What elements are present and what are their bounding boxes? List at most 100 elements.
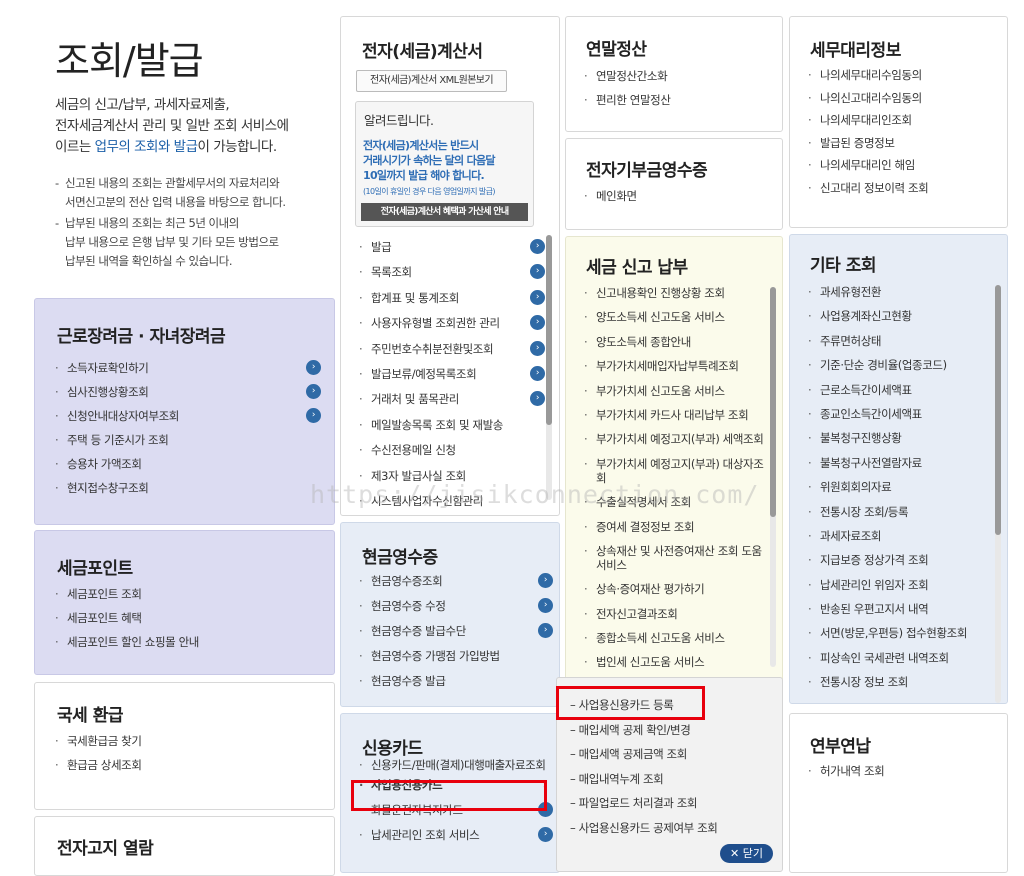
other-inquiry-card: 기타 조회 과세유형전환사업용계좌신고현황주류면허상태기준·단순 경비율(업종코… bbox=[789, 234, 1008, 704]
submenu-item[interactable]: – 매입내역누계 조회 bbox=[570, 772, 775, 786]
list-item[interactable]: 서면(방문,우편등) 접수현황조회 bbox=[806, 626, 996, 640]
list-item[interactable]: 위원회회의자료 bbox=[806, 480, 996, 494]
list-item[interactable]: 종합소득세 신고도움 서비스 bbox=[582, 631, 764, 645]
submenu-item[interactable]: – 매입세액 공제 확인/변경 bbox=[570, 723, 775, 737]
cash-receipt-card: 현금영수증 현금영수증조회› 현금영수증 수정› 현금영수증 발급수단› 현금영… bbox=[340, 522, 560, 707]
list-item[interactable]: 수출실적명세서 조회 bbox=[582, 495, 764, 509]
list-item[interactable]: 나의신고대리수임동의 bbox=[806, 91, 996, 105]
arrow-icon: › bbox=[530, 239, 545, 254]
card-title: 현금영수증 bbox=[362, 548, 438, 568]
list-item[interactable]: 현지접수창구조회 bbox=[53, 481, 321, 495]
scrollbar[interactable] bbox=[770, 287, 776, 667]
close-button[interactable]: ✕ 닫기 bbox=[720, 844, 773, 863]
list-item[interactable]: 심사진행상황조회› bbox=[53, 384, 321, 399]
list-item[interactable]: 부가가치세 예정고지(부과) 대상자조회 bbox=[582, 457, 764, 485]
list-item[interactable]: 국세환급금 찾기 bbox=[53, 734, 321, 748]
arrow-icon: › bbox=[538, 623, 553, 638]
list-item[interactable]: 나의세무대리인조회 bbox=[806, 113, 996, 127]
list-item[interactable]: 불복청구사전열람자료 bbox=[806, 456, 996, 470]
list-item[interactable]: 부가가치세 카드사 대리납부 조회 bbox=[582, 408, 764, 422]
list-item[interactable]: 신청안내대상자여부조회› bbox=[53, 408, 321, 423]
page-title: 조회/발급 bbox=[55, 39, 204, 83]
submenu-item[interactable]: – 매입세액 공제금액 조회 bbox=[570, 747, 775, 761]
intro-text: 세금의 신고/납부, 과세자료제출, 전자세금계산서 관리 및 일반 조회 서비… bbox=[55, 95, 335, 158]
submenu-item[interactable]: – 파일업로드 처리결과 조회 bbox=[570, 796, 775, 810]
list-item[interactable]: 종교인소득간이세액표 bbox=[806, 407, 996, 421]
list-item[interactable]: 상속재산 및 사전증여재산 조회 도움 서비스 bbox=[582, 544, 764, 572]
list-item[interactable]: 나의세무대리인 해임 bbox=[806, 158, 996, 172]
list-item[interactable]: 발급› bbox=[357, 239, 545, 254]
year-end-card: 연말정산 연말정산간소화 편리한 연말정산 bbox=[565, 16, 783, 132]
list-item[interactable]: 현금영수증 수정› bbox=[357, 598, 553, 613]
list-item[interactable]: 발급보류/예정목록조회› bbox=[357, 365, 545, 381]
list-item[interactable]: 환급금 상세조회 bbox=[53, 758, 321, 772]
list-item[interactable]: 세금포인트 혜택 bbox=[53, 611, 321, 625]
list-item[interactable]: 허가내역 조회 bbox=[806, 764, 996, 778]
list-item[interactable]: 사용자유형별 조회권한 관리› bbox=[357, 315, 545, 331]
scrollbar[interactable] bbox=[995, 285, 1001, 703]
list-item[interactable]: 주류면허상태 bbox=[806, 334, 996, 348]
list-item[interactable]: 전자신고결과조회 bbox=[582, 607, 764, 621]
list-item[interactable]: 제3자 발급사실 조회 bbox=[357, 469, 545, 483]
list-item[interactable]: 신고대리 정보이력 조회 bbox=[806, 181, 996, 195]
list-item[interactable]: 거래처 및 품목관리› bbox=[357, 391, 545, 407]
list-item[interactable]: 현금영수증 발급수단› bbox=[357, 623, 553, 638]
list-item[interactable]: 근로소득간이세액표 bbox=[806, 383, 996, 397]
list-item[interactable]: 메일발송목록 조회 및 재발송 bbox=[357, 418, 545, 432]
list-item[interactable]: 피상속인 국세관련 내역조회 bbox=[806, 651, 996, 665]
card-title: 세금포인트 bbox=[57, 559, 133, 579]
list-item[interactable]: 사업용계좌신고현황 bbox=[806, 309, 996, 323]
list-item[interactable]: 전통시장 정보 조회 bbox=[806, 675, 996, 689]
list-item[interactable]: 전통시장 조회/등록 bbox=[806, 505, 996, 519]
list-item[interactable]: 기준·단순 경비율(업종코드) bbox=[806, 358, 996, 372]
list-item[interactable]: 세금포인트 조회 bbox=[53, 587, 321, 601]
list-item[interactable]: 발급된 증명정보 bbox=[806, 136, 996, 150]
list-item[interactable]: 승용차 가액조회 bbox=[53, 457, 321, 471]
benefit-button[interactable]: 전자(세금)계산서 혜택과 가산세 안내 bbox=[361, 203, 528, 221]
intro-link[interactable]: 업무의 조회와 발급 bbox=[95, 139, 198, 155]
close-icon: ✕ bbox=[730, 847, 740, 860]
list-item[interactable]: 납세관리인 위임자 조회 bbox=[806, 578, 996, 592]
list-item[interactable]: 연말정산간소화 bbox=[582, 69, 772, 83]
card-title[interactable]: 전자고지 열람 bbox=[57, 834, 154, 859]
list-item[interactable]: 소득자료확인하기› bbox=[53, 360, 321, 375]
list-item[interactable]: 부가가치세 예정고지(부과) 세액조회 bbox=[582, 432, 764, 446]
list-item[interactable]: 증여세 결정정보 조회 bbox=[582, 520, 764, 534]
list-item[interactable]: 합계표 및 통계조회› bbox=[357, 289, 545, 305]
submenu-item[interactable]: – 사업용신용카드 공제여부 조회 bbox=[570, 821, 775, 835]
list-item[interactable]: 양도소득세 종합안내 bbox=[582, 335, 764, 349]
xml-view-button[interactable]: 전자(세금)계산서 XML원본보기 bbox=[356, 70, 507, 92]
list-item[interactable]: 납세관리인 조회 서비스› bbox=[357, 827, 553, 842]
list-item[interactable]: 주민번호수취분전환및조회› bbox=[357, 340, 545, 356]
list-item[interactable]: 양도소득세 신고도움 서비스 bbox=[582, 310, 764, 324]
list-item[interactable]: 편리한 연말정산 bbox=[582, 93, 772, 107]
list-item[interactable]: 불복청구진행상황 bbox=[806, 431, 996, 445]
list-item[interactable]: 시스템사업자수신함관리 bbox=[357, 494, 545, 508]
list-item[interactable]: 상속·증여재산 평가하기 bbox=[582, 582, 764, 596]
list-item[interactable]: 메인화면 bbox=[582, 189, 772, 203]
list-item[interactable]: 현금영수증조회› bbox=[357, 573, 553, 588]
list-item[interactable]: 현금영수증 가맹점 가입방법 bbox=[357, 649, 553, 663]
list-item[interactable]: 과세자료조회 bbox=[806, 529, 996, 543]
list-item[interactable]: 주택 등 기준시가 조회 bbox=[53, 433, 321, 447]
list-item[interactable]: 반송된 우편고지서 내역 bbox=[806, 602, 996, 616]
intro-line: 이르는 업무의 조회와 발급이 가능합니다. bbox=[55, 139, 277, 155]
scrollbar[interactable] bbox=[546, 235, 552, 500]
list-item[interactable]: 신용카드/판매(결제)대행매출자료조회 bbox=[357, 759, 553, 773]
arrow-icon: › bbox=[530, 264, 545, 280]
list-item[interactable]: 현금영수증 발급 bbox=[357, 674, 553, 688]
list-item[interactable]: 수신전용메일 신청 bbox=[357, 443, 545, 457]
list-item[interactable]: 나의세무대리수임동의 bbox=[806, 68, 996, 82]
list-item[interactable]: 부가가치세매입자납부특례조회 bbox=[582, 359, 764, 373]
list-item[interactable]: 목록조회› bbox=[357, 264, 545, 280]
card-title: 세무대리정보 bbox=[810, 41, 901, 61]
arrow-icon: › bbox=[530, 391, 545, 407]
notice-box: 알려드립니다. 전자(세금)계산서는 반드시 거래시기가 속하는 달의 다음달 10… bbox=[355, 101, 534, 227]
list-item[interactable]: 과세유형전환 bbox=[806, 285, 996, 299]
list-item[interactable]: 법인세 신고도움 서비스 bbox=[582, 655, 764, 669]
arrow-icon: › bbox=[538, 598, 553, 613]
list-item[interactable]: 지급보증 정상가격 조회 bbox=[806, 553, 996, 567]
list-item[interactable]: 부가가치세 신고도움 서비스 bbox=[582, 384, 764, 398]
list-item[interactable]: 신고내용확인 진행상황 조회 bbox=[582, 286, 764, 300]
list-item[interactable]: 세금포인트 할인 쇼핑몰 안내 bbox=[53, 635, 321, 649]
